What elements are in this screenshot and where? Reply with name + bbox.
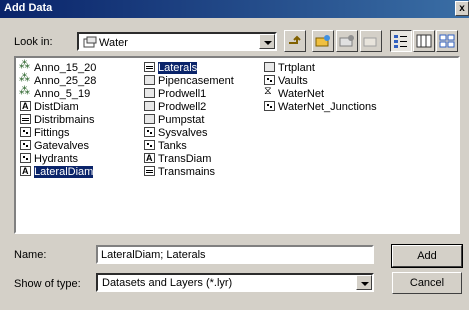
list-item[interactable]: Trtplant [264,62,315,75]
text-icon [20,165,31,178]
look-in-value-text: Water [99,37,128,49]
list-item[interactable]: Distribmains [20,114,95,127]
point-icon [20,153,31,163]
disconnect-folder-icon [339,35,354,47]
point-icon [144,140,155,150]
list-item[interactable]: WaterNet_Junctions [264,101,377,114]
annotation-icon [19,85,31,98]
list-item[interactable]: Prodwell2 [144,101,206,114]
polygon-icon [144,101,155,111]
list-item[interactable]: DistDiam [20,100,79,114]
line-icon [144,62,155,72]
list-view-icon [394,35,407,48]
up-one-level-icon [289,35,301,44]
show-of-type-dropdown-arrow[interactable] [356,275,372,290]
disconnect-folder-button[interactable] [336,30,358,52]
list-item[interactable]: Transmains [144,166,215,179]
look-in-label: Look in: [14,36,53,48]
text-icon [20,100,31,113]
dialog-title: Add Data [4,2,53,14]
show-of-type-dropdown[interactable]: Datasets and Layers (*.lyr) [96,273,374,292]
geodatabase-icon [83,36,97,48]
point-icon [264,101,275,111]
list-view-button[interactable] [390,30,412,52]
point-icon [20,140,31,150]
look-in-dropdown-arrow[interactable] [259,34,275,49]
name-input[interactable]: LateralDiam; Laterals [96,245,374,264]
new-folder-button[interactable] [360,30,382,52]
close-button[interactable]: x [455,1,469,16]
polygon-icon [264,62,275,72]
polygon-icon [144,114,155,124]
details-view-button[interactable] [413,30,435,52]
list-item[interactable]: Anno_25_28 [19,72,96,88]
up-one-level-button[interactable] [284,30,306,52]
network-icon [264,85,275,98]
name-label: Name: [14,249,47,261]
line-icon [20,114,31,124]
show-of-type-label: Show of type: [14,278,81,290]
list-item[interactable]: Fittings [20,127,69,140]
thumbnails-view-button[interactable] [436,30,458,52]
list-item[interactable]: Hydrants [20,153,78,166]
line-icon [144,166,155,176]
point-icon [264,75,275,85]
list-item[interactable]: Anno_15_20 [19,59,96,75]
list-item[interactable]: Sysvalves [144,127,208,140]
list-item[interactable]: Pumpstat [144,114,204,127]
show-of-type-value: Datasets and Layers (*.lyr) [102,277,233,289]
add-button[interactable]: Add [391,244,463,268]
list-item-selected[interactable]: Laterals [144,62,198,75]
list-item[interactable]: Gatevalves [20,140,89,153]
look-in-dropdown[interactable]: Water [77,32,277,51]
list-item[interactable]: Prodwell1 [144,88,206,101]
list-item[interactable]: Pipencasement [144,75,234,88]
title-bar[interactable]: Add Data x [0,0,469,18]
point-icon [20,127,31,137]
details-view-icon [416,34,432,48]
polygon-icon [144,75,155,85]
cancel-button[interactable]: Cancel [392,272,462,294]
list-item[interactable]: WaterNet [264,85,324,101]
annotation-icon [19,72,31,85]
thumbnails-view-icon [439,34,455,48]
look-in-value: Water [83,36,128,49]
contents-list[interactable]: Anno_15_20 Anno_25_28 Anno_5_19 DistDiam… [14,56,460,234]
connect-folder-icon [315,35,330,47]
point-icon [144,127,155,137]
connect-folder-button[interactable] [312,30,334,52]
name-input-value: LateralDiam; Laterals [101,249,206,261]
list-item[interactable]: TransDiam [144,152,211,166]
polygon-icon [144,88,155,98]
annotation-icon [19,59,31,72]
list-item-selected[interactable]: LateralDiam [20,165,94,179]
text-icon [144,152,155,165]
new-folder-icon [363,37,377,47]
list-item[interactable]: Anno_5_19 [19,85,90,101]
add-data-dialog: Add Data x Look in: Water ⁂Anno_15_20 ⁂A… [0,0,469,310]
